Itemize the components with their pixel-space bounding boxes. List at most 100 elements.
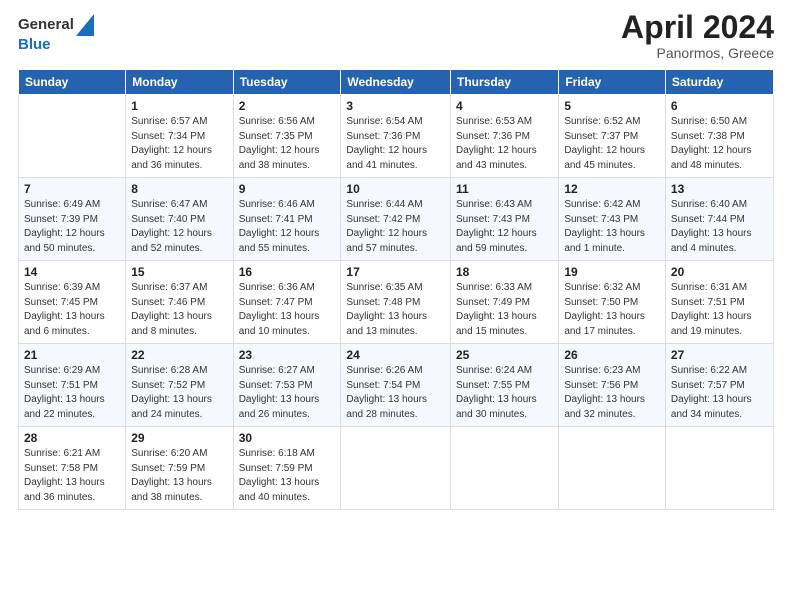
day-number: 18 xyxy=(456,265,553,279)
day-number: 5 xyxy=(564,99,660,113)
day-info: Sunrise: 6:57 AM Sunset: 7:34 PM Dayligh… xyxy=(131,115,227,173)
day-info: Sunrise: 6:33 AM Sunset: 7:49 PM Dayligh… xyxy=(456,281,553,339)
day-number: 11 xyxy=(456,182,553,196)
day-info: Sunrise: 6:52 AM Sunset: 7:37 PM Dayligh… xyxy=(564,115,660,173)
sunrise-text: Sunrise: 6:23 AM xyxy=(564,364,660,379)
table-row: 11 Sunrise: 6:43 AM Sunset: 7:43 PM Dayl… xyxy=(450,178,558,261)
table-row: 5 Sunrise: 6:52 AM Sunset: 7:37 PM Dayli… xyxy=(559,95,666,178)
calendar-week-row: 21 Sunrise: 6:29 AM Sunset: 7:51 PM Dayl… xyxy=(19,344,774,427)
sunset-text: Sunset: 7:44 PM xyxy=(671,213,768,228)
table-row: 6 Sunrise: 6:50 AM Sunset: 7:38 PM Dayli… xyxy=(665,95,773,178)
daylight-text: Daylight: 13 hours and 26 minutes. xyxy=(239,393,336,422)
day-number: 22 xyxy=(131,348,227,362)
day-info: Sunrise: 6:42 AM Sunset: 7:43 PM Dayligh… xyxy=(564,198,660,256)
table-row: 20 Sunrise: 6:31 AM Sunset: 7:51 PM Dayl… xyxy=(665,261,773,344)
table-row: 7 Sunrise: 6:49 AM Sunset: 7:39 PM Dayli… xyxy=(19,178,126,261)
daylight-text: Daylight: 13 hours and 10 minutes. xyxy=(239,310,336,339)
sunset-text: Sunset: 7:58 PM xyxy=(24,462,120,477)
table-row: 10 Sunrise: 6:44 AM Sunset: 7:42 PM Dayl… xyxy=(341,178,451,261)
daylight-text: Daylight: 13 hours and 40 minutes. xyxy=(239,476,336,505)
day-number: 24 xyxy=(346,348,445,362)
header: General Blue April 2024 Panormos, Greece xyxy=(18,10,774,61)
table-row xyxy=(341,427,451,510)
table-row: 16 Sunrise: 6:36 AM Sunset: 7:47 PM Dayl… xyxy=(233,261,341,344)
sunset-text: Sunset: 7:57 PM xyxy=(671,379,768,394)
daylight-text: Daylight: 13 hours and 4 minutes. xyxy=(671,227,768,256)
daylight-text: Daylight: 13 hours and 13 minutes. xyxy=(346,310,445,339)
table-row: 8 Sunrise: 6:47 AM Sunset: 7:40 PM Dayli… xyxy=(126,178,233,261)
day-number: 2 xyxy=(239,99,336,113)
sunset-text: Sunset: 7:49 PM xyxy=(456,296,553,311)
day-number: 23 xyxy=(239,348,336,362)
day-info: Sunrise: 6:26 AM Sunset: 7:54 PM Dayligh… xyxy=(346,364,445,422)
logo-general: General xyxy=(18,17,74,34)
header-monday: Monday xyxy=(126,70,233,95)
table-row xyxy=(665,427,773,510)
sunrise-text: Sunrise: 6:26 AM xyxy=(346,364,445,379)
sunrise-text: Sunrise: 6:37 AM xyxy=(131,281,227,296)
sunset-text: Sunset: 7:51 PM xyxy=(671,296,768,311)
title-block: April 2024 Panormos, Greece xyxy=(621,10,774,61)
table-row: 26 Sunrise: 6:23 AM Sunset: 7:56 PM Dayl… xyxy=(559,344,666,427)
day-info: Sunrise: 6:49 AM Sunset: 7:39 PM Dayligh… xyxy=(24,198,120,256)
daylight-text: Daylight: 13 hours and 30 minutes. xyxy=(456,393,553,422)
sunrise-text: Sunrise: 6:56 AM xyxy=(239,115,336,130)
daylight-text: Daylight: 12 hours and 50 minutes. xyxy=(24,227,120,256)
table-row: 13 Sunrise: 6:40 AM Sunset: 7:44 PM Dayl… xyxy=(665,178,773,261)
sunset-text: Sunset: 7:51 PM xyxy=(24,379,120,394)
sunset-text: Sunset: 7:38 PM xyxy=(671,130,768,145)
header-wednesday: Wednesday xyxy=(341,70,451,95)
sunrise-text: Sunrise: 6:57 AM xyxy=(131,115,227,130)
day-number: 14 xyxy=(24,265,120,279)
header-friday: Friday xyxy=(559,70,666,95)
sunrise-text: Sunrise: 6:50 AM xyxy=(671,115,768,130)
table-row: 9 Sunrise: 6:46 AM Sunset: 7:41 PM Dayli… xyxy=(233,178,341,261)
table-row: 4 Sunrise: 6:53 AM Sunset: 7:36 PM Dayli… xyxy=(450,95,558,178)
day-info: Sunrise: 6:18 AM Sunset: 7:59 PM Dayligh… xyxy=(239,447,336,505)
sunset-text: Sunset: 7:52 PM xyxy=(131,379,227,394)
day-number: 30 xyxy=(239,431,336,445)
daylight-text: Daylight: 12 hours and 52 minutes. xyxy=(131,227,227,256)
day-number: 17 xyxy=(346,265,445,279)
day-number: 9 xyxy=(239,182,336,196)
daylight-text: Daylight: 12 hours and 41 minutes. xyxy=(346,144,445,173)
daylight-text: Daylight: 12 hours and 55 minutes. xyxy=(239,227,336,256)
table-row: 2 Sunrise: 6:56 AM Sunset: 7:35 PM Dayli… xyxy=(233,95,341,178)
table-row xyxy=(450,427,558,510)
table-row: 3 Sunrise: 6:54 AM Sunset: 7:36 PM Dayli… xyxy=(341,95,451,178)
daylight-text: Daylight: 12 hours and 43 minutes. xyxy=(456,144,553,173)
daylight-text: Daylight: 13 hours and 28 minutes. xyxy=(346,393,445,422)
sunrise-text: Sunrise: 6:18 AM xyxy=(239,447,336,462)
table-row: 24 Sunrise: 6:26 AM Sunset: 7:54 PM Dayl… xyxy=(341,344,451,427)
day-info: Sunrise: 6:50 AM Sunset: 7:38 PM Dayligh… xyxy=(671,115,768,173)
weekday-header-row: Sunday Monday Tuesday Wednesday Thursday… xyxy=(19,70,774,95)
daylight-text: Daylight: 13 hours and 24 minutes. xyxy=(131,393,227,422)
daylight-text: Daylight: 13 hours and 17 minutes. xyxy=(564,310,660,339)
sunset-text: Sunset: 7:46 PM xyxy=(131,296,227,311)
sunrise-text: Sunrise: 6:33 AM xyxy=(456,281,553,296)
day-number: 10 xyxy=(346,182,445,196)
table-row: 12 Sunrise: 6:42 AM Sunset: 7:43 PM Dayl… xyxy=(559,178,666,261)
sunset-text: Sunset: 7:54 PM xyxy=(346,379,445,394)
sunrise-text: Sunrise: 6:31 AM xyxy=(671,281,768,296)
day-info: Sunrise: 6:54 AM Sunset: 7:36 PM Dayligh… xyxy=(346,115,445,173)
sunrise-text: Sunrise: 6:28 AM xyxy=(131,364,227,379)
sunset-text: Sunset: 7:39 PM xyxy=(24,213,120,228)
day-number: 28 xyxy=(24,431,120,445)
sunrise-text: Sunrise: 6:42 AM xyxy=(564,198,660,213)
day-number: 15 xyxy=(131,265,227,279)
sunrise-text: Sunrise: 6:43 AM xyxy=(456,198,553,213)
table-row: 28 Sunrise: 6:21 AM Sunset: 7:58 PM Dayl… xyxy=(19,427,126,510)
day-number: 27 xyxy=(671,348,768,362)
sunrise-text: Sunrise: 6:44 AM xyxy=(346,198,445,213)
sunset-text: Sunset: 7:36 PM xyxy=(346,130,445,145)
sunrise-text: Sunrise: 6:24 AM xyxy=(456,364,553,379)
day-info: Sunrise: 6:37 AM Sunset: 7:46 PM Dayligh… xyxy=(131,281,227,339)
day-info: Sunrise: 6:35 AM Sunset: 7:48 PM Dayligh… xyxy=(346,281,445,339)
sunrise-text: Sunrise: 6:47 AM xyxy=(131,198,227,213)
day-number: 21 xyxy=(24,348,120,362)
day-number: 19 xyxy=(564,265,660,279)
calendar-week-row: 7 Sunrise: 6:49 AM Sunset: 7:39 PM Dayli… xyxy=(19,178,774,261)
day-info: Sunrise: 6:23 AM Sunset: 7:56 PM Dayligh… xyxy=(564,364,660,422)
day-info: Sunrise: 6:44 AM Sunset: 7:42 PM Dayligh… xyxy=(346,198,445,256)
